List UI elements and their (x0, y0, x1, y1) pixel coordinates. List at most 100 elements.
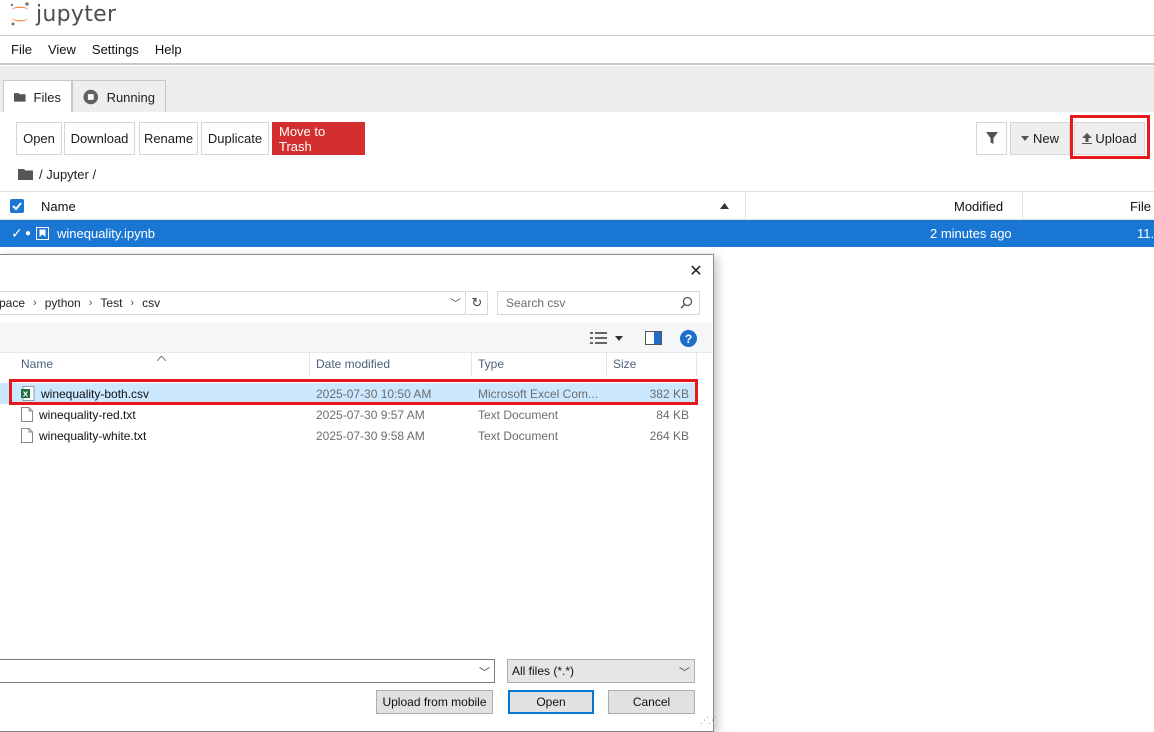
column-divider (309, 352, 310, 376)
caret-down-icon (1020, 136, 1029, 141)
file-name-cell: winequality-red.txt (21, 404, 136, 425)
search-placeholder: Search csv (506, 296, 566, 310)
file-size: 11. (1137, 226, 1154, 241)
filter-icon (985, 132, 998, 144)
column-size[interactable]: Size (613, 352, 636, 376)
file-size: 382 KB (649, 386, 689, 401)
path-segment[interactable]: Test (100, 296, 122, 310)
stop-circle-icon (83, 89, 99, 105)
text-file-icon (21, 407, 33, 422)
path-segment[interactable]: python (45, 296, 81, 310)
rename-button[interactable]: Rename (139, 122, 198, 155)
column-modified[interactable]: Modified (954, 192, 1003, 220)
open-button[interactable]: Open (508, 690, 594, 714)
address-bar[interactable]: pace › python › Test › csv ﹀ (0, 291, 466, 315)
column-divider (1022, 192, 1023, 220)
file-name-cell: winequality-white.txt (21, 425, 146, 446)
help-icon[interactable]: ? (680, 330, 697, 347)
menu-help[interactable]: Help (147, 42, 190, 57)
menu-bar: File View Settings Help (0, 36, 1154, 65)
top-bar: jupyter (0, 0, 1154, 36)
preview-pane-icon[interactable] (645, 331, 662, 348)
download-button[interactable]: Download (64, 122, 135, 155)
jupyter-logo-icon (10, 2, 29, 26)
select-all-checkbox[interactable] (10, 192, 24, 220)
chevron-down-icon[interactable]: ﹀ (479, 664, 490, 680)
file-modified: 2 minutes ago (930, 226, 1012, 241)
file-date: 2025-07-30 9:57 AM (316, 407, 425, 422)
list-view-icon (590, 332, 607, 344)
path-segment[interactable]: csv (142, 296, 160, 310)
file-date: 2025-07-30 10:50 AM (316, 386, 432, 401)
file-name[interactable]: winequality.ipynb (57, 220, 155, 247)
resize-grip-icon[interactable]: ⋰⋰ (700, 715, 717, 726)
new-button-label: New (1032, 131, 1059, 146)
duplicate-button[interactable]: Duplicate (201, 122, 269, 155)
file-size: 84 KB (656, 407, 689, 422)
file-open-dialog: ✕ pace › python › Test › csv ﹀ ↻ Search … (0, 254, 717, 732)
tab-running[interactable]: Running (72, 80, 166, 113)
file-name: winequality-red.txt (39, 407, 136, 422)
breadcrumb: / Jupyter / (18, 166, 96, 182)
column-date-modified[interactable]: Date modified (316, 352, 390, 376)
cancel-button[interactable]: Cancel (608, 690, 695, 714)
chevron-right-icon: › (130, 297, 135, 309)
file-name-input[interactable]: ﹀ (0, 659, 495, 683)
upload-from-mobile-button[interactable]: Upload from mobile (376, 690, 493, 714)
excel-csv-icon: X (21, 386, 35, 401)
sort-ascending-icon (720, 192, 729, 220)
filter-button[interactable] (976, 122, 1007, 155)
file-name: winequality-both.csv (41, 386, 150, 401)
tab-bar: Files Running (0, 66, 1154, 113)
menu-view[interactable]: View (40, 42, 84, 57)
file-name: winequality-white.txt (39, 428, 147, 443)
view-options-button[interactable] (590, 332, 623, 344)
upload-icon (1082, 133, 1093, 144)
chevron-right-icon: › (33, 297, 37, 309)
file-type: Text Document (478, 428, 559, 443)
file-type: Microsoft Excel Com... (478, 386, 599, 401)
tab-files-label: Files (33, 89, 61, 105)
file-name-cell: X winequality-both.csv (21, 383, 149, 404)
tab-files[interactable]: Files (3, 80, 72, 113)
file-toolbar: Open Download Rename Duplicate Move to T… (0, 112, 1154, 162)
folder-icon[interactable] (18, 168, 33, 180)
jupyter-logo[interactable]: jupyter (8, 1, 116, 27)
column-type[interactable]: Type (478, 352, 504, 376)
menu-settings[interactable]: Settings (84, 42, 147, 57)
breadcrumb-path[interactable]: / Jupyter / (39, 167, 96, 182)
refresh-icon[interactable]: ↻ (467, 291, 488, 315)
file-type-select[interactable]: All files (*.*) ﹀ (507, 659, 695, 683)
column-divider (696, 352, 697, 376)
chevron-right-icon: › (88, 297, 93, 309)
new-button[interactable]: New (1010, 122, 1070, 155)
dialog-file-row[interactable]: winequality-red.txt 2025-07-30 9:57 AM T… (0, 404, 697, 425)
search-input[interactable]: Search csv (497, 291, 700, 315)
caret-down-icon (615, 335, 623, 341)
checkbox-checked-icon (10, 199, 24, 213)
column-name[interactable]: Name (41, 192, 76, 220)
upload-button-label: Upload (1095, 131, 1137, 146)
menu-file[interactable]: File (3, 42, 40, 57)
folder-icon (14, 93, 26, 102)
column-file-size[interactable]: File (1130, 192, 1151, 220)
column-name[interactable]: Name (21, 352, 53, 376)
close-icon[interactable]: ✕ (688, 263, 704, 279)
app-name: jupyter (36, 1, 117, 27)
chevron-down-icon[interactable]: ﹀ (450, 295, 461, 311)
dialog-file-header: Name Date modified Type Size (0, 352, 697, 376)
move-to-trash-button[interactable]: Move to Trash (272, 122, 365, 155)
upload-button[interactable]: Upload (1074, 122, 1145, 155)
open-button[interactable]: Open (16, 122, 62, 155)
file-type: Text Document (478, 407, 559, 422)
column-divider (471, 352, 472, 376)
file-row-selected[interactable]: ✓ ● winequality.ipynb 2 minutes ago 11. (0, 220, 1154, 247)
text-file-icon (21, 428, 33, 443)
notebook-icon (36, 220, 49, 247)
dialog-file-row[interactable]: X winequality-both.csv 2025-07-30 10:50 … (0, 383, 697, 404)
svg-text:X: X (23, 390, 29, 398)
row-check-icon: ✓ (11, 225, 23, 241)
path-segment[interactable]: pace (0, 296, 25, 310)
dialog-file-row[interactable]: winequality-white.txt 2025-07-30 9:58 AM… (0, 425, 697, 446)
column-divider (606, 352, 607, 376)
